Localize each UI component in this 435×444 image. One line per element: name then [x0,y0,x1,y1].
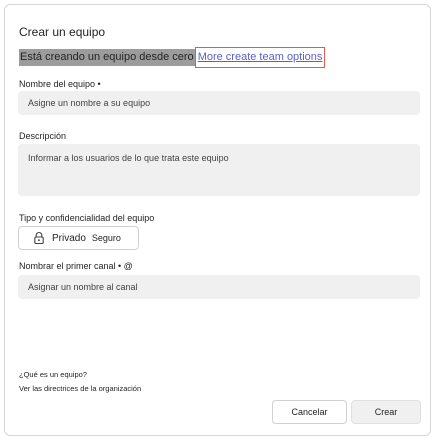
channel-name-placeholder: Asignar un nombre al canal [28,282,138,292]
cancel-button[interactable]: Cancelar [272,400,347,424]
description-textarea[interactable]: Informar a los usuarios de lo que trata … [18,144,420,196]
lock-icon [32,231,46,245]
channel-name-input[interactable]: Asignar un nombre al canal [18,275,420,299]
create-button[interactable]: Crear [351,400,421,424]
team-name-placeholder: Asigne un nombre a su equipo [28,98,151,108]
help-links: ¿Qué es un equipo? Ver las directrices d… [19,368,141,396]
subtitle-row: Está creando un equipo desde cero More c… [19,45,326,69]
org-policies-link[interactable]: Ver las directrices de la organización [19,382,141,396]
privacy-type-value: Privado [52,232,86,244]
team-name-label: Nombre del equipo • [19,79,101,89]
description-label: Descripción [19,131,67,141]
privacy-selector[interactable]: Privado Seguro [18,226,139,250]
dialog-title: Crear un equipo [19,25,106,39]
dialog-subtitle: Está creando un equipo desde cero [19,48,195,66]
sensitivity-value: Seguro [91,233,121,243]
create-team-dialog: Crear un equipo Está creando un equipo d… [4,4,431,436]
privacy-label: Tipo y confidencialidad del equipo [19,213,155,223]
channel-label: Nombrar el primer canal • @ [19,261,133,271]
what-is-team-link[interactable]: ¿Qué es un equipo? [19,368,141,382]
description-placeholder: Informar a los usuarios de lo que trata … [28,153,229,163]
team-name-input[interactable]: Asigne un nombre a su equipo [18,91,420,115]
more-create-team-options-link[interactable]: More create team options [194,46,326,68]
